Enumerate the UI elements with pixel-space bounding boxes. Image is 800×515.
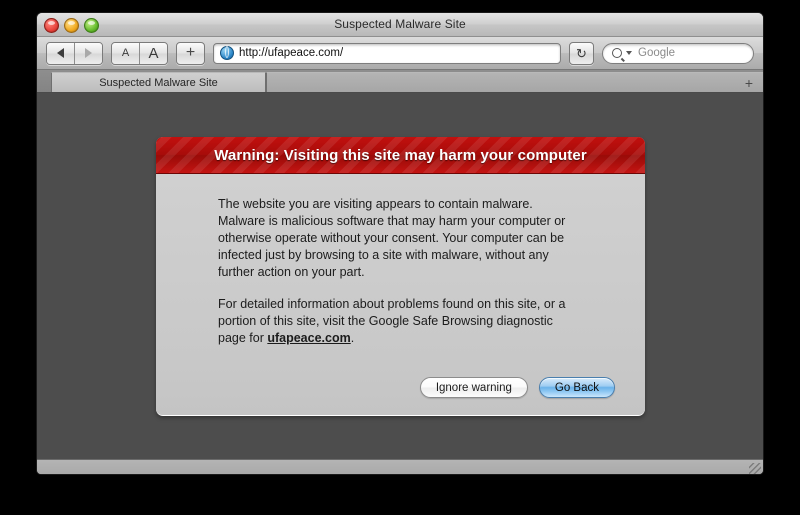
arrow-left-icon [57, 48, 64, 58]
warning-paragraph-2-suffix: . [350, 331, 355, 345]
arrow-right-icon [85, 48, 92, 58]
browser-window: Suspected Malware Site A A + http://ufap… [36, 12, 764, 475]
tab-suspected-malware-site[interactable]: Suspected Malware Site [51, 72, 266, 92]
search-icon [612, 48, 622, 58]
text-smaller-button[interactable]: A [112, 42, 139, 64]
title-bar: Suspected Malware Site [37, 13, 763, 37]
reload-button[interactable]: ↻ [569, 41, 594, 65]
warning-header: Warning: Visiting this site may harm you… [156, 137, 645, 174]
globe-icon [220, 46, 234, 60]
address-bar[interactable]: http://ufapeace.com/ [213, 42, 561, 64]
warning-title: Warning: Visiting this site may harm you… [214, 146, 587, 164]
search-input[interactable]: Google [602, 42, 754, 64]
warning-body: The website you are visiting appears to … [156, 174, 645, 363]
horizontal-scrollbar[interactable] [37, 459, 763, 474]
search-input-placeholder: Google [638, 47, 676, 59]
chevron-down-icon [626, 51, 632, 55]
dialog-button-row: Ignore warning Go Back [156, 363, 645, 415]
back-button[interactable] [47, 42, 74, 64]
warning-paragraph-2: For detailed information about problems … [218, 296, 573, 347]
page-content: Warning: Visiting this site may harm you… [37, 93, 763, 459]
browser-toolbar: A A + http://ufapeace.com/ ↻ Google [37, 37, 763, 70]
add-bookmark-button[interactable]: + [176, 41, 205, 65]
new-tab-button[interactable]: + [266, 72, 763, 92]
navigation-buttons [46, 41, 103, 65]
forward-button[interactable] [74, 42, 102, 64]
ignore-warning-button[interactable]: Ignore warning [419, 377, 528, 398]
window-title: Suspected Malware Site [334, 17, 466, 31]
window-resize-grip[interactable] [749, 463, 761, 474]
address-bar-value: http://ufapeace.com/ [239, 47, 344, 59]
tab-bar: Suspected Malware Site + [37, 70, 763, 93]
malware-warning-dialog: Warning: Visiting this site may harm you… [156, 137, 645, 416]
text-larger-button[interactable]: A [139, 42, 167, 64]
diagnostic-page-link[interactable]: ufapeace.com [267, 331, 350, 345]
go-back-button[interactable]: Go Back [538, 377, 615, 398]
text-size-buttons: A A [111, 41, 168, 65]
warning-paragraph-1: The website you are visiting appears to … [218, 197, 566, 279]
